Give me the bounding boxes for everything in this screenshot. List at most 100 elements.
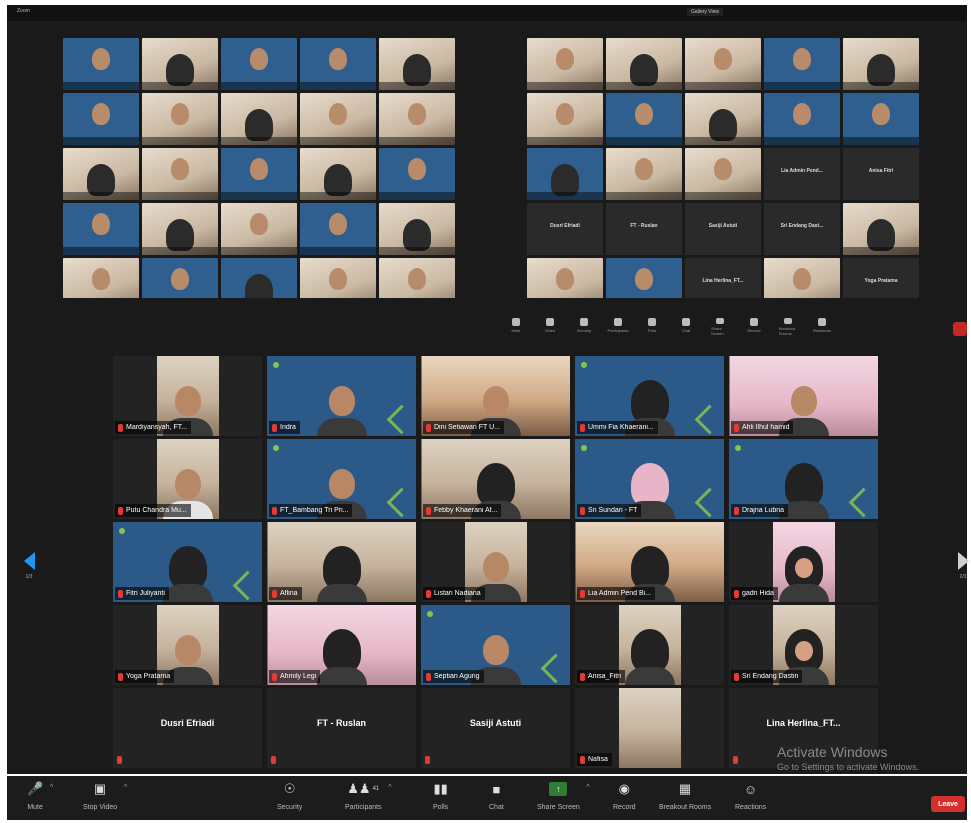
participant-name: Mardiyansyah, FT...	[126, 424, 188, 431]
body-shape	[316, 418, 367, 436]
video-tile[interactable]: gadri Hida	[729, 522, 878, 602]
control-icon	[818, 318, 826, 326]
collage-tile: Sri Endang Dast...	[764, 203, 840, 255]
participant-silhouette	[867, 53, 895, 86]
participant-silhouette	[793, 47, 811, 70]
overlaid-control[interactable]: Security	[575, 318, 593, 336]
collage-left-grid	[63, 38, 455, 310]
video-tile[interactable]: Febby Khaerani Af...	[421, 439, 570, 519]
overlaid-control[interactable]: Breakout Rooms	[779, 318, 797, 336]
overlaid-control[interactable]: Polls	[643, 318, 661, 336]
video-tile[interactable]: Drajna Lubna	[729, 439, 878, 519]
video-tile[interactable]: Nafisa	[575, 688, 724, 768]
body-shape	[316, 667, 367, 685]
collage-tile: Lia Admin Pend...	[764, 148, 840, 200]
polls-button[interactable]: ▮▮ Polls	[433, 780, 448, 811]
overlaid-control[interactable]: Participants	[608, 318, 628, 336]
microphone-muted-icon	[272, 672, 277, 681]
overlaid-leave-button[interactable]	[953, 322, 967, 336]
participant-silhouette	[87, 163, 115, 196]
camera-feed	[618, 688, 681, 768]
page-indicator: 1/3	[25, 574, 33, 580]
breakout-rooms-button[interactable]: ▦ Breakout Rooms	[659, 780, 711, 811]
stop-video-button[interactable]: ▣ Stop Video ^	[83, 780, 127, 811]
video-tile[interactable]: Sri Sundari - FT	[575, 439, 724, 519]
participant-name: gadri Hida	[742, 590, 774, 597]
video-tile[interactable]: Dini Setiawan FT U...	[421, 356, 570, 436]
participant-display-name: FT - Ruslan	[317, 718, 366, 728]
microphone-muted-icon	[734, 589, 739, 598]
mute-button[interactable]: 🎤 Mute ^	[27, 780, 53, 811]
video-tile[interactable]: Sasiji Astuti	[421, 688, 570, 768]
overlaid-control[interactable]: Video	[541, 318, 559, 336]
security-button[interactable]: ☉ Security	[277, 780, 302, 811]
collage-tile-name: Yoga Pratama	[864, 278, 898, 284]
collage-tile	[606, 38, 682, 90]
video-tile[interactable]: Septian Agung	[421, 605, 570, 685]
video-tile[interactable]: Ummi Fia Khaerani...	[575, 356, 724, 436]
collage-tile	[142, 148, 218, 200]
participants-button[interactable]: ♟♟ 41 Participants ^	[345, 780, 392, 811]
leave-button[interactable]: Leave	[931, 796, 965, 812]
participant-silhouette	[250, 157, 268, 180]
collage-tile-name: Anisa Fitri	[868, 168, 894, 174]
video-tile[interactable]: Indra	[267, 356, 416, 436]
overlaid-control[interactable]: Chat	[677, 318, 695, 336]
overlaid-control-label: Polls	[647, 328, 657, 333]
video-tile[interactable]: Anisa_Fitri	[575, 605, 724, 685]
video-tile[interactable]: Mardiyansyah, FT...	[113, 356, 262, 436]
video-tile[interactable]: Lia Admin Pend Bi...	[575, 522, 724, 602]
control-icon	[614, 318, 622, 326]
video-tile[interactable]: Fitri Juliyanti	[113, 522, 262, 602]
video-tile[interactable]: Aflina	[267, 522, 416, 602]
video-tile[interactable]: Dusri Efriadi	[113, 688, 262, 768]
head-shape	[174, 635, 201, 665]
breakout-rooms-icon: ▦	[678, 781, 692, 796]
participant-silhouette	[630, 53, 658, 86]
overlaid-control[interactable]: Mute	[507, 318, 525, 336]
participant-silhouette	[408, 102, 426, 125]
participant-silhouette	[556, 47, 574, 70]
collage-tile	[843, 38, 919, 90]
video-tile[interactable]: FT - Ruslan	[267, 688, 416, 768]
record-icon: ◉	[618, 781, 630, 796]
microphone-muted-icon	[426, 423, 431, 432]
next-page-button[interactable]: 2/3	[953, 552, 971, 592]
collage-tile-namebar	[221, 137, 297, 145]
participant-name: Ahli Ilhul hamid	[742, 424, 790, 431]
chevron-up-icon[interactable]: ^	[124, 784, 127, 791]
chat-button[interactable]: ■ Chat	[489, 780, 504, 812]
video-tile[interactable]: FT_Bambang Tri Pri...	[267, 439, 416, 519]
share-screen-button[interactable]: ↑ Share Screen ^	[537, 780, 590, 811]
reactions-button[interactable]: ☺ Reactions	[735, 780, 766, 812]
chat-label: Chat	[489, 804, 504, 811]
overlaid-control-label: Reactions	[813, 328, 831, 333]
head-shape	[482, 635, 509, 665]
participant-silhouette	[162, 544, 213, 602]
video-tile[interactable]: Sri Endang Dastin	[729, 605, 878, 685]
previous-page-button[interactable]: 1/3	[19, 552, 39, 592]
collage-tile-name: Lia Admin Pend...	[781, 168, 823, 174]
video-tile[interactable]: Putu Chandra Mu...	[113, 439, 262, 519]
video-tile[interactable]: Listari Nadiana	[421, 522, 570, 602]
overlaid-control[interactable]: Reactions	[813, 318, 831, 336]
chevron-up-icon[interactable]: ^	[388, 784, 391, 791]
record-button[interactable]: ◉ Record	[613, 780, 636, 811]
participant-name-tag: Drajna Lubna	[731, 504, 789, 517]
video-tile[interactable]: Yoga Pratama	[113, 605, 262, 685]
video-tile[interactable]: Ahmily Legi	[267, 605, 416, 685]
collage-tile: FT - Ruslan	[606, 203, 682, 255]
chevron-up-icon[interactable]: ^	[50, 784, 53, 791]
overlaid-control[interactable]: Record	[745, 318, 763, 336]
collage-tile-name: Sasiji Astuti	[708, 223, 738, 229]
collage-tile-namebar	[843, 82, 919, 90]
view-label[interactable]: Gallery View	[687, 8, 723, 16]
chevron-up-icon[interactable]: ^	[587, 784, 590, 791]
overlaid-control[interactable]: Share Screen	[711, 318, 729, 336]
video-tile[interactable]: Ahli Ilhul hamid	[729, 356, 878, 436]
participant-name: Febby Khaerani Af...	[434, 507, 498, 514]
share-screen-icon: ↑	[549, 782, 568, 796]
participants-icon: ♟♟ 41	[347, 781, 380, 796]
collage-tile	[63, 38, 139, 90]
collage-tile	[221, 203, 297, 255]
